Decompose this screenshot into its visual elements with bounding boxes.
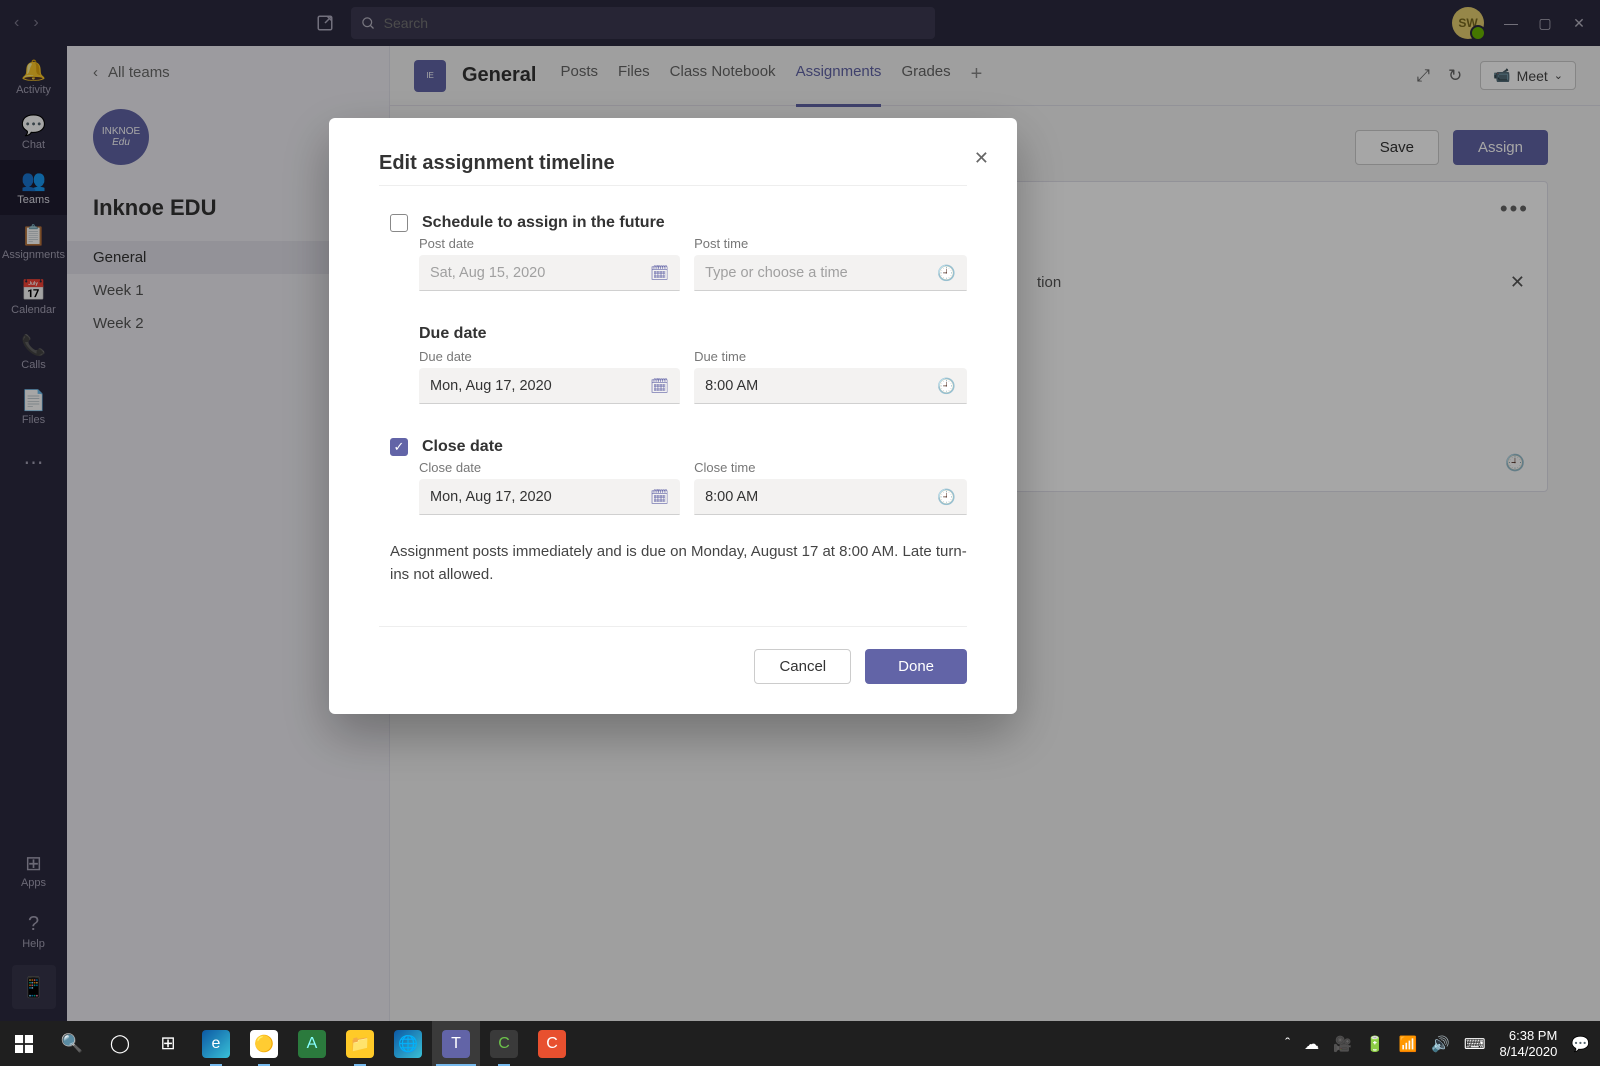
clock-icon: 🕘 (937, 377, 956, 395)
notifications-icon[interactable]: 💬 (1571, 1035, 1590, 1053)
task-view-button[interactable]: ⊞ (144, 1021, 192, 1066)
cortana-button[interactable]: ◯ (96, 1021, 144, 1066)
calendar-icon: 🗓 (650, 488, 669, 506)
post-date-value: Sat, Aug 15, 2020 (430, 265, 545, 281)
due-date-value: Mon, Aug 17, 2020 (430, 378, 552, 394)
calendar-icon: 🗓 (650, 377, 669, 395)
dialog-footer: Cancel Done (379, 626, 967, 684)
close-date-toggle-label: Close date (422, 438, 503, 456)
post-date-label: Post date (419, 236, 680, 251)
post-time-label: Post time (694, 236, 967, 251)
clock-icon: 🕘 (937, 488, 956, 506)
windows-taskbar: 🔍 ◯ ⊞ e 🟡 A 📁 🌐 T C C ˆ ☁ 🎥 🔋 📶 🔊 ⌨ 6:38… (0, 1021, 1600, 1066)
dialog-close-button[interactable]: ✕ (974, 148, 989, 169)
wifi-icon[interactable]: 📶 (1398, 1035, 1417, 1053)
close-date-value: Mon, Aug 17, 2020 (430, 489, 552, 505)
volume-icon[interactable]: 🔊 (1431, 1035, 1450, 1053)
due-date-input[interactable]: Mon, Aug 17, 2020 🗓 (419, 368, 680, 404)
post-date-input[interactable]: Sat, Aug 15, 2020 🗓 (419, 255, 680, 291)
schedule-section: Schedule to assign in the future Post da… (390, 214, 967, 291)
taskbar-teams[interactable]: T (432, 1021, 480, 1066)
close-section: ✓ Close date Close date Mon, Aug 17, 202… (390, 438, 967, 515)
close-time-input[interactable]: 8:00 AM 🕘 (694, 479, 967, 515)
post-time-placeholder: Type or choose a time (705, 265, 848, 281)
due-date-label: Due date (419, 349, 680, 364)
calendar-icon: 🗓 (650, 264, 669, 282)
language-icon[interactable]: ⌨ (1464, 1035, 1486, 1053)
close-time-value: 8:00 AM (705, 489, 758, 505)
clock-icon: 🕘 (937, 264, 956, 282)
close-date-input[interactable]: Mon, Aug 17, 2020 🗓 (419, 479, 680, 515)
battery-icon[interactable]: 🔋 (1366, 1035, 1385, 1053)
done-button[interactable]: Done (865, 649, 967, 684)
cancel-button[interactable]: Cancel (754, 649, 851, 684)
due-time-value: 8:00 AM (705, 378, 758, 394)
dialog-title: Edit assignment timeline (379, 152, 967, 186)
taskbar-camtasia[interactable]: C (480, 1021, 528, 1066)
taskbar-snagit[interactable]: C (528, 1021, 576, 1066)
timeline-summary: Assignment posts immediately and is due … (390, 541, 967, 586)
clock-date: 8/14/2020 (1499, 1044, 1557, 1060)
tray-expand-icon[interactable]: ˆ (1285, 1035, 1290, 1052)
taskbar-chrome[interactable]: 🟡 (240, 1021, 288, 1066)
schedule-label: Schedule to assign in the future (422, 214, 665, 232)
edit-timeline-dialog: Edit assignment timeline ✕ Schedule to a… (329, 118, 1017, 714)
due-title: Due date (419, 325, 967, 343)
taskbar-app-a[interactable]: A (288, 1021, 336, 1066)
system-tray: ˆ ☁ 🎥 🔋 📶 🔊 ⌨ 6:38 PM 8/14/2020 💬 (1285, 1021, 1600, 1066)
taskbar-search[interactable]: 🔍 (48, 1021, 96, 1066)
clock-time: 6:38 PM (1499, 1028, 1557, 1044)
close-date-checkbox[interactable]: ✓ (390, 438, 408, 456)
taskbar-clock[interactable]: 6:38 PM 8/14/2020 (1499, 1028, 1557, 1059)
close-date-label: Close date (419, 460, 680, 475)
meet-now-icon[interactable]: 🎥 (1333, 1035, 1352, 1053)
due-time-input[interactable]: 8:00 AM 🕘 (694, 368, 967, 404)
taskbar-explorer[interactable]: 📁 (336, 1021, 384, 1066)
onedrive-icon[interactable]: ☁ (1304, 1035, 1319, 1053)
taskbar-edge[interactable]: e (192, 1021, 240, 1066)
post-time-input[interactable]: Type or choose a time 🕘 (694, 255, 967, 291)
start-button[interactable] (0, 1021, 48, 1066)
schedule-checkbox[interactable] (390, 214, 408, 232)
close-time-label: Close time (694, 460, 967, 475)
due-section: Due date Due date Mon, Aug 17, 2020 🗓 Du… (419, 325, 967, 404)
taskbar-edge-dev[interactable]: 🌐 (384, 1021, 432, 1066)
due-time-label: Due time (694, 349, 967, 364)
